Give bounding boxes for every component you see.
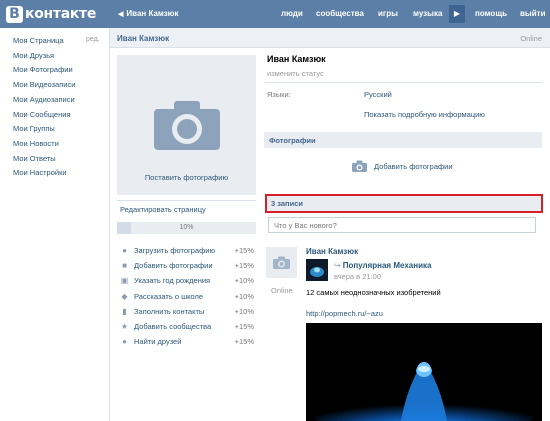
task-pct: +15% <box>234 322 254 331</box>
task-birth-year[interactable]: ▣ Указать год рождения +10% <box>120 276 256 288</box>
sidebar-item-friends[interactable]: Мои Друзья <box>13 51 54 60</box>
change-status-link[interactable]: изменить статус <box>267 69 324 78</box>
sidebar-item-my-page[interactable]: Моя Страница <box>13 36 64 45</box>
divider <box>264 82 542 83</box>
logo-text: контакте <box>25 6 97 22</box>
task-pct: +10% <box>234 306 254 316</box>
play-icon[interactable]: ▶ <box>449 5 465 23</box>
add-photos-label: Добавить фотографии <box>374 162 453 171</box>
sidebar-item-audio[interactable]: Мои Аудиозаписи <box>13 95 75 104</box>
avatar-placeholder[interactable]: Поставить фотографию <box>117 55 256 195</box>
repost-source-label: Популярная Механика <box>342 261 432 270</box>
friends-icon: ● <box>122 337 127 347</box>
camera-icon <box>154 101 220 150</box>
repost-icon: ↪ <box>334 261 341 270</box>
photos-section-header[interactable]: Фотографии <box>264 132 542 148</box>
task-find-friends[interactable]: ● Найти друзей +15% <box>120 337 256 349</box>
repost-time[interactable]: вчера в 21:00 <box>334 272 381 281</box>
show-more-info-link[interactable]: Показать подробную информацию <box>364 110 485 119</box>
wall-count: 3 записи <box>271 199 303 208</box>
camera-icon <box>352 160 367 172</box>
profile-completion-bar: 10% <box>117 222 256 234</box>
task-label: Загрузить фотографию <box>134 246 216 255</box>
repost-source-name[interactable]: ↪ Популярная Механика <box>334 261 431 270</box>
post-author-avatar[interactable] <box>266 247 297 278</box>
nav-logout[interactable]: выйти <box>520 9 546 18</box>
sidebar-item-messages[interactable]: Мои Сообщения <box>13 110 70 119</box>
task-label: Добавить сообщества <box>134 322 212 331</box>
camera-icon: ■ <box>122 261 127 271</box>
nav-help[interactable]: помощь <box>475 9 507 18</box>
task-pct: +10% <box>234 276 254 286</box>
upload-photo-link[interactable]: Поставить фотографию <box>117 173 256 182</box>
task-communities[interactable]: ★ Добавить сообщества +15% <box>120 322 256 334</box>
task-label: Рассказать о школе <box>134 291 204 301</box>
profile-name: Иван Камзюк <box>267 54 326 64</box>
task-label: Добавить фотографии <box>134 261 213 271</box>
school-icon: ◆ <box>121 291 128 301</box>
wall-header[interactable]: 3 записи <box>265 194 543 213</box>
water-drop-image <box>306 323 542 421</box>
phone-icon: ▮ <box>122 306 127 316</box>
nav-people[interactable]: люди <box>281 9 303 18</box>
progress-label: 10% <box>179 224 194 231</box>
star-icon: ★ <box>120 322 129 331</box>
task-pct: +15% <box>234 261 254 271</box>
back-label: Иван Камзюк <box>126 9 179 18</box>
post-text: 12 самых неоднозначных изобретений <box>306 288 441 297</box>
camera-icon <box>273 256 290 269</box>
page-subheader: Иван Камзюк Online <box>110 28 550 48</box>
gift-icon: ▣ <box>120 276 129 286</box>
nav-games[interactable]: игры <box>378 9 398 18</box>
nav-music[interactable]: музыка <box>413 9 442 18</box>
source-logo-image <box>306 259 328 281</box>
logo-letter: В <box>6 5 23 23</box>
divider <box>117 200 256 201</box>
vk-logo[interactable]: В контакте <box>6 5 96 23</box>
nav-communities[interactable]: сообщества <box>316 9 364 18</box>
online-status: Online <box>520 34 542 43</box>
task-label: Найти друзей <box>134 337 182 347</box>
back-link[interactable]: ◀ Иван Камзюк <box>118 9 179 18</box>
sidebar-item-videos[interactable]: Мои Видеозаписи <box>13 80 75 89</box>
languages-label: Языки: <box>267 90 291 99</box>
task-pct: +10% <box>234 291 254 301</box>
task-upload-photo[interactable]: ● Загрузить фотографию +15% <box>120 246 256 258</box>
sidebar-item-settings[interactable]: Мои Настройки <box>13 168 67 177</box>
edit-page-link[interactable]: Редактировать страницу <box>120 205 206 214</box>
sidebar-item-groups[interactable]: Мои Группы <box>13 124 55 133</box>
photos-title: Фотографии <box>269 136 316 145</box>
column-divider <box>109 28 110 421</box>
task-label: Заполнить контакты <box>134 306 205 316</box>
new-post-input[interactable]: Что у Вас нового? <box>268 217 536 233</box>
task-contacts[interactable]: ▮ Заполнить контакты +10% <box>120 307 256 319</box>
task-label: Указать год рождения <box>134 276 211 286</box>
post-link[interactable]: http://popmech.ru/~azu <box>306 309 383 318</box>
post-image[interactable] <box>306 323 542 421</box>
sidebar-item-photos[interactable]: Мои Фотографии <box>13 65 73 74</box>
task-pct: +15% <box>234 337 254 347</box>
task-pct: +15% <box>234 246 254 255</box>
new-post-placeholder: Что у Вас нового? <box>274 221 337 230</box>
sidebar-item-news[interactable]: Мои Новости <box>13 139 59 148</box>
post-author-name[interactable]: Иван Камзюк <box>306 247 358 256</box>
sidebar-item-answers[interactable]: Мои Ответы <box>13 154 56 163</box>
repost-source-avatar[interactable] <box>306 259 328 281</box>
back-arrow-icon: ◀ <box>118 11 124 18</box>
top-header: В контакте ◀ Иван Камзюк люди сообщества … <box>0 0 550 28</box>
page-title: Иван Камзюк <box>117 34 170 43</box>
post-author-online: Online <box>271 286 293 295</box>
languages-value[interactable]: Русский <box>364 90 392 99</box>
task-add-photos[interactable]: ■ Добавить фотографии +15% <box>120 261 256 273</box>
sidebar-edit-link[interactable]: ред. <box>86 36 100 43</box>
user-icon: ● <box>122 246 127 255</box>
task-school[interactable]: ◆ Рассказать о школе +10% <box>120 292 256 304</box>
